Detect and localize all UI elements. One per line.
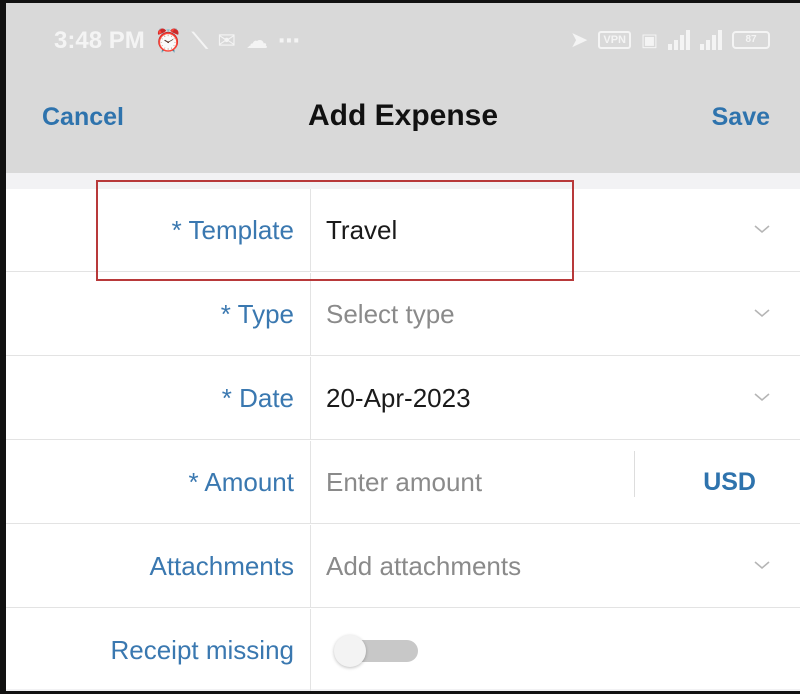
cancel-button[interactable]: Cancel bbox=[42, 103, 124, 132]
chevron-down-icon[interactable] bbox=[750, 301, 774, 325]
signal-icon bbox=[668, 30, 690, 50]
row-divider bbox=[310, 441, 311, 524]
status-right: ➤ VPN ▣ 87 bbox=[570, 27, 770, 53]
receipt-missing-toggle[interactable] bbox=[334, 635, 420, 667]
template-label: * Template bbox=[171, 215, 294, 245]
status-bar: 3:48 PM ⏰ ⟍ ✉ ☁ ⋯ ➤ VPN ▣ 87 bbox=[6, 3, 800, 89]
notification-icon: ☁ bbox=[245, 28, 268, 53]
template-value[interactable]: Travel bbox=[326, 189, 397, 272]
receipt-missing-row: Receipt missing bbox=[6, 609, 800, 691]
date-row[interactable]: * Date 20-Apr-2023 bbox=[6, 357, 800, 440]
chevron-down-icon[interactable] bbox=[750, 553, 774, 577]
signal-slash-icon: ⟍ bbox=[192, 28, 208, 53]
row-divider bbox=[310, 357, 311, 440]
phone-screen: 3:48 PM ⏰ ⟍ ✉ ☁ ⋯ ➤ VPN ▣ 87 Add Expense… bbox=[0, 0, 800, 694]
currency-selector[interactable]: USD bbox=[703, 441, 756, 524]
toggle-knob bbox=[334, 635, 366, 667]
status-left: 3:48 PM ⏰ ⟍ ✉ ☁ ⋯ bbox=[54, 27, 300, 55]
amount-currency-divider bbox=[634, 451, 635, 497]
amount-row: * Amount Enter amount USD bbox=[6, 441, 800, 524]
location-icon: ➤ bbox=[569, 27, 589, 52]
type-row[interactable]: * Type Select type bbox=[6, 273, 800, 356]
status-time: 3:48 PM bbox=[54, 27, 145, 54]
template-row[interactable]: * Template Travel bbox=[6, 189, 800, 272]
row-divider bbox=[310, 609, 311, 691]
navigation-header: Add Expense Cancel Save bbox=[6, 89, 800, 173]
attachments-row[interactable]: Attachments Add attachments bbox=[6, 525, 800, 608]
signal-2-icon bbox=[700, 30, 722, 50]
attachments-value[interactable]: Add attachments bbox=[326, 525, 521, 608]
amount-input[interactable]: Enter amount bbox=[326, 441, 482, 524]
more-icon: ⋯ bbox=[277, 28, 300, 53]
save-button[interactable]: Save bbox=[712, 103, 770, 132]
page-title: Add Expense bbox=[307, 99, 499, 132]
type-value[interactable]: Select type bbox=[326, 273, 455, 356]
row-divider bbox=[310, 189, 311, 272]
vpn-icon: VPN bbox=[598, 31, 631, 49]
date-value[interactable]: 20-Apr-2023 bbox=[326, 357, 471, 440]
battery-icon: 87 bbox=[732, 31, 770, 49]
row-divider bbox=[310, 273, 311, 356]
chevron-down-icon[interactable] bbox=[750, 385, 774, 409]
sim-icon: ▣ bbox=[640, 29, 658, 50]
date-label: * Date bbox=[221, 383, 294, 413]
amount-label: * Amount bbox=[188, 467, 294, 497]
expense-form: * Template Travel * Type Select type * D… bbox=[6, 189, 800, 691]
chevron-down-icon[interactable] bbox=[750, 217, 774, 241]
attachments-label: Attachments bbox=[149, 551, 294, 581]
receipt-missing-label: Receipt missing bbox=[110, 635, 294, 665]
row-divider bbox=[310, 525, 311, 608]
message-icon: ✉ bbox=[217, 28, 236, 53]
type-label: * Type bbox=[220, 299, 294, 329]
alarm-icon: ⏰ bbox=[154, 28, 183, 53]
